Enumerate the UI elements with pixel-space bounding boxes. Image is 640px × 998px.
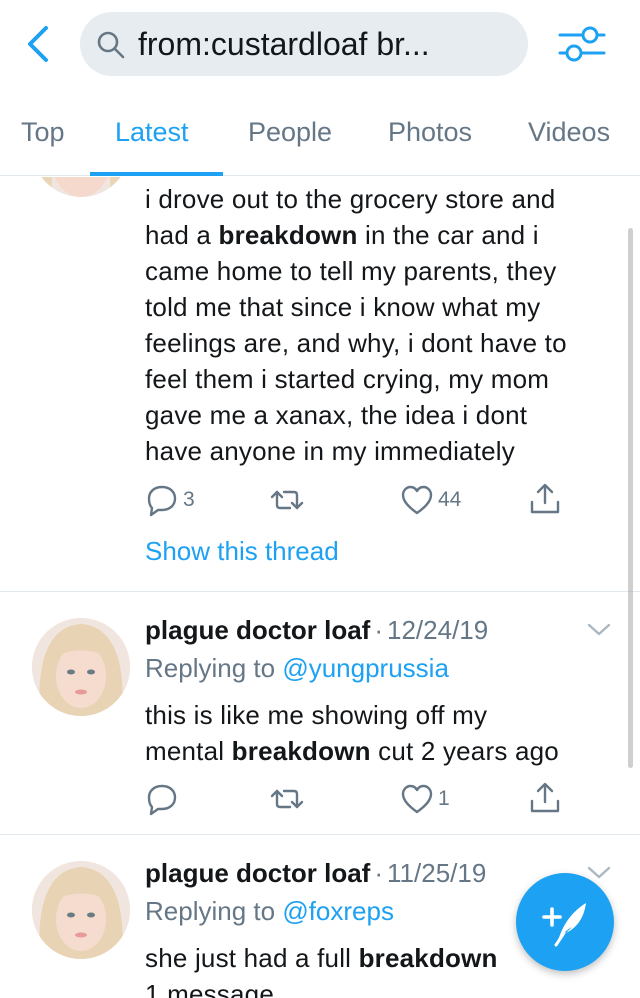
tweet-line: feelings are, and why, i dont have to [145,328,567,358]
tweet-line: have anyone in my immediately [145,436,515,466]
reply-handle-link[interactable]: @foxreps [282,896,394,926]
retweet-button[interactable] [270,781,304,817]
retweet-button[interactable] [270,482,304,518]
tab-videos[interactable]: Videos [528,116,610,148]
reply-count: 3 [183,488,195,511]
search-icon [97,31,125,59]
tweet-meta: plague doctor loaf · 12/24/19 [145,614,488,646]
tab-people[interactable]: People [248,116,332,148]
avatar-photo [32,177,130,197]
back-button[interactable] [22,24,58,64]
tab-latest[interactable]: Latest [115,116,189,148]
avatar[interactable] [32,618,130,716]
like-count: 44 [438,488,462,511]
heart-icon [401,784,433,814]
tweet-divider [0,834,640,835]
tweet-line: feel them i started crying, my mom [145,364,550,394]
tweet-date[interactable]: 11/25/19 [387,858,486,888]
chevron-left-icon [28,26,48,62]
reply-button[interactable]: 3 [145,482,195,518]
retweet-icon [270,789,304,809]
tweet-line: came home to tell my parents, they [145,256,557,286]
display-name[interactable]: plague doctor loaf [145,615,370,645]
tweet-line: 1 message [145,979,274,998]
tweet-body: this is like me showing off my mental br… [145,697,559,769]
comment-icon [147,784,177,816]
like-button[interactable]: 44 [400,482,461,518]
search-filter-button[interactable] [556,22,608,66]
meta-separator: · [374,615,384,645]
highlighted-keyword: breakdown [218,220,358,250]
tweet-line: i drove out to the grocery store and [145,184,556,214]
tweet-line: she just had a full breakdown [145,943,498,973]
share-icon [530,782,560,813]
chevron-down-icon[interactable] [586,622,612,638]
avatar-photo [32,861,130,959]
tweet-body: she just had a full breakdown 1 message [145,940,498,998]
feed-scrollbar[interactable] [628,228,633,768]
reply-button[interactable] [145,781,179,817]
retweet-icon [270,490,304,510]
tweet-line: told me that since i know what my [145,292,541,322]
search-query-text: from:custardloaf br... [138,26,430,62]
tweet-line: mental breakdown cut 2 years ago [145,736,559,766]
avatar-photo [32,618,130,716]
reply-handle-link[interactable]: @yungprussia [282,653,449,683]
highlighted-keyword: breakdown [231,736,371,766]
sliders-icon [558,26,606,62]
tweet-line: had a breakdown in the car and i [145,220,539,250]
avatar[interactable] [32,177,130,197]
tweet-meta: plague doctor loaf · 11/25/19 [145,857,486,889]
display-name[interactable]: plague doctor loaf [145,858,370,888]
tab-photos[interactable]: Photos [388,116,472,148]
show-thread-link[interactable]: Show this thread [145,535,339,567]
compose-tweet-button[interactable] [516,873,614,971]
tab-top[interactable]: Top [21,116,65,148]
share-icon [530,483,560,514]
search-tabs: Top Latest People Photos Videos [0,92,640,176]
tweet-date[interactable]: 12/24/19 [387,615,488,645]
search-input[interactable]: from:custardloaf br... [80,12,528,76]
tweet-line: this is like me showing off my [145,700,488,730]
active-tab-indicator [90,172,223,176]
compose-tweet-icon [542,903,586,947]
like-button[interactable]: 1 [400,781,450,817]
comment-icon [147,485,177,517]
replying-to: Replying to @yungprussia [145,653,449,683]
tweet-divider [0,591,640,592]
heart-icon [401,485,433,515]
avatar[interactable] [32,861,130,959]
replying-to: Replying to @foxreps [145,896,394,926]
share-button[interactable] [528,481,562,517]
highlighted-keyword: breakdown [358,943,498,973]
chevron-down-icon[interactable] [586,865,612,881]
tweet-line: gave me a xanax, the idea i dont [145,400,528,430]
tweet-body: i drove out to the grocery store and had… [145,181,567,469]
search-header: from:custardloaf br... [0,0,640,92]
tweet-feed[interactable]: i drove out to the grocery store and had… [0,177,640,998]
meta-separator: · [374,858,384,888]
share-button[interactable] [528,780,562,816]
like-count: 1 [438,787,450,810]
